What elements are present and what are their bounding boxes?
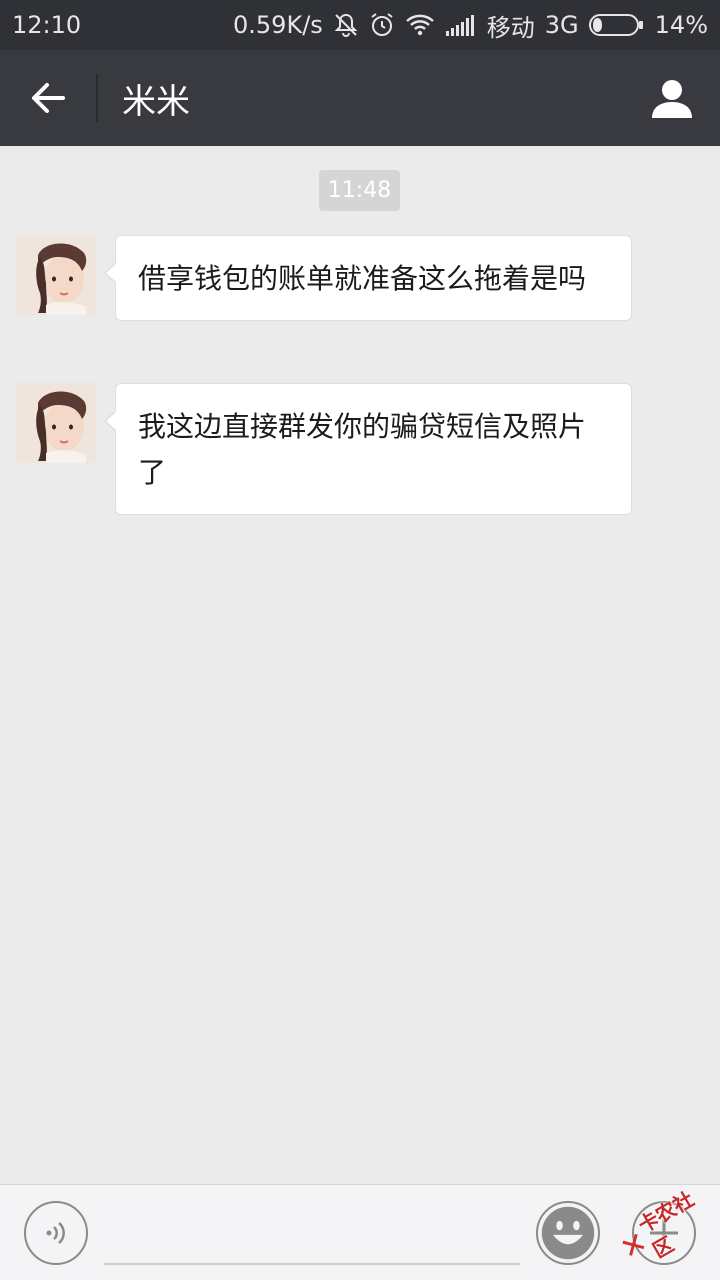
signal-icon [445, 13, 477, 37]
message-bubble[interactable]: 我这边直接群发你的骗贷短信及照片了 [104, 383, 632, 515]
battery-icon [588, 12, 645, 38]
voice-icon [46, 1222, 65, 1244]
alarm-icon [369, 12, 395, 38]
status-bar: 12:10 0.59K/s 移动 3G 14% [0, 0, 720, 50]
avatar[interactable] [16, 235, 96, 315]
network-type: 3G [544, 11, 579, 39]
mute-bell-icon [333, 12, 359, 38]
arrow-left-icon [32, 83, 65, 113]
message-timestamp: 11:48 [319, 170, 400, 211]
back-button[interactable] [0, 50, 96, 146]
message-bubble[interactable]: 借享钱包的账单就准备这么拖着是吗 [104, 235, 632, 321]
avatar[interactable] [16, 383, 96, 463]
voice-button[interactable] [24, 1201, 88, 1265]
wifi-icon [405, 13, 435, 37]
emoji-icon [541, 1206, 595, 1260]
input-bar [0, 1184, 720, 1280]
message-input[interactable] [104, 1205, 520, 1265]
emoji-button[interactable] [536, 1201, 600, 1265]
more-button[interactable] [632, 1201, 696, 1265]
chat-area: 11:48 借享钱包的账单就准备这么拖着是吗 我这边直接群发你的骗贷短信及照片了 [0, 146, 720, 1184]
carrier-label: 移动 [486, 13, 535, 42]
chat-title: 米米 [122, 81, 190, 122]
title-divider [96, 74, 98, 122]
person-icon [652, 80, 692, 118]
plus-icon [650, 1219, 678, 1247]
title-bar: 米米 [0, 50, 720, 146]
battery-percent: 14% [654, 11, 708, 39]
status-time: 12:10 [12, 11, 82, 39]
net-speed: 0.59K/s [233, 11, 323, 39]
contact-info-button[interactable] [624, 50, 720, 146]
